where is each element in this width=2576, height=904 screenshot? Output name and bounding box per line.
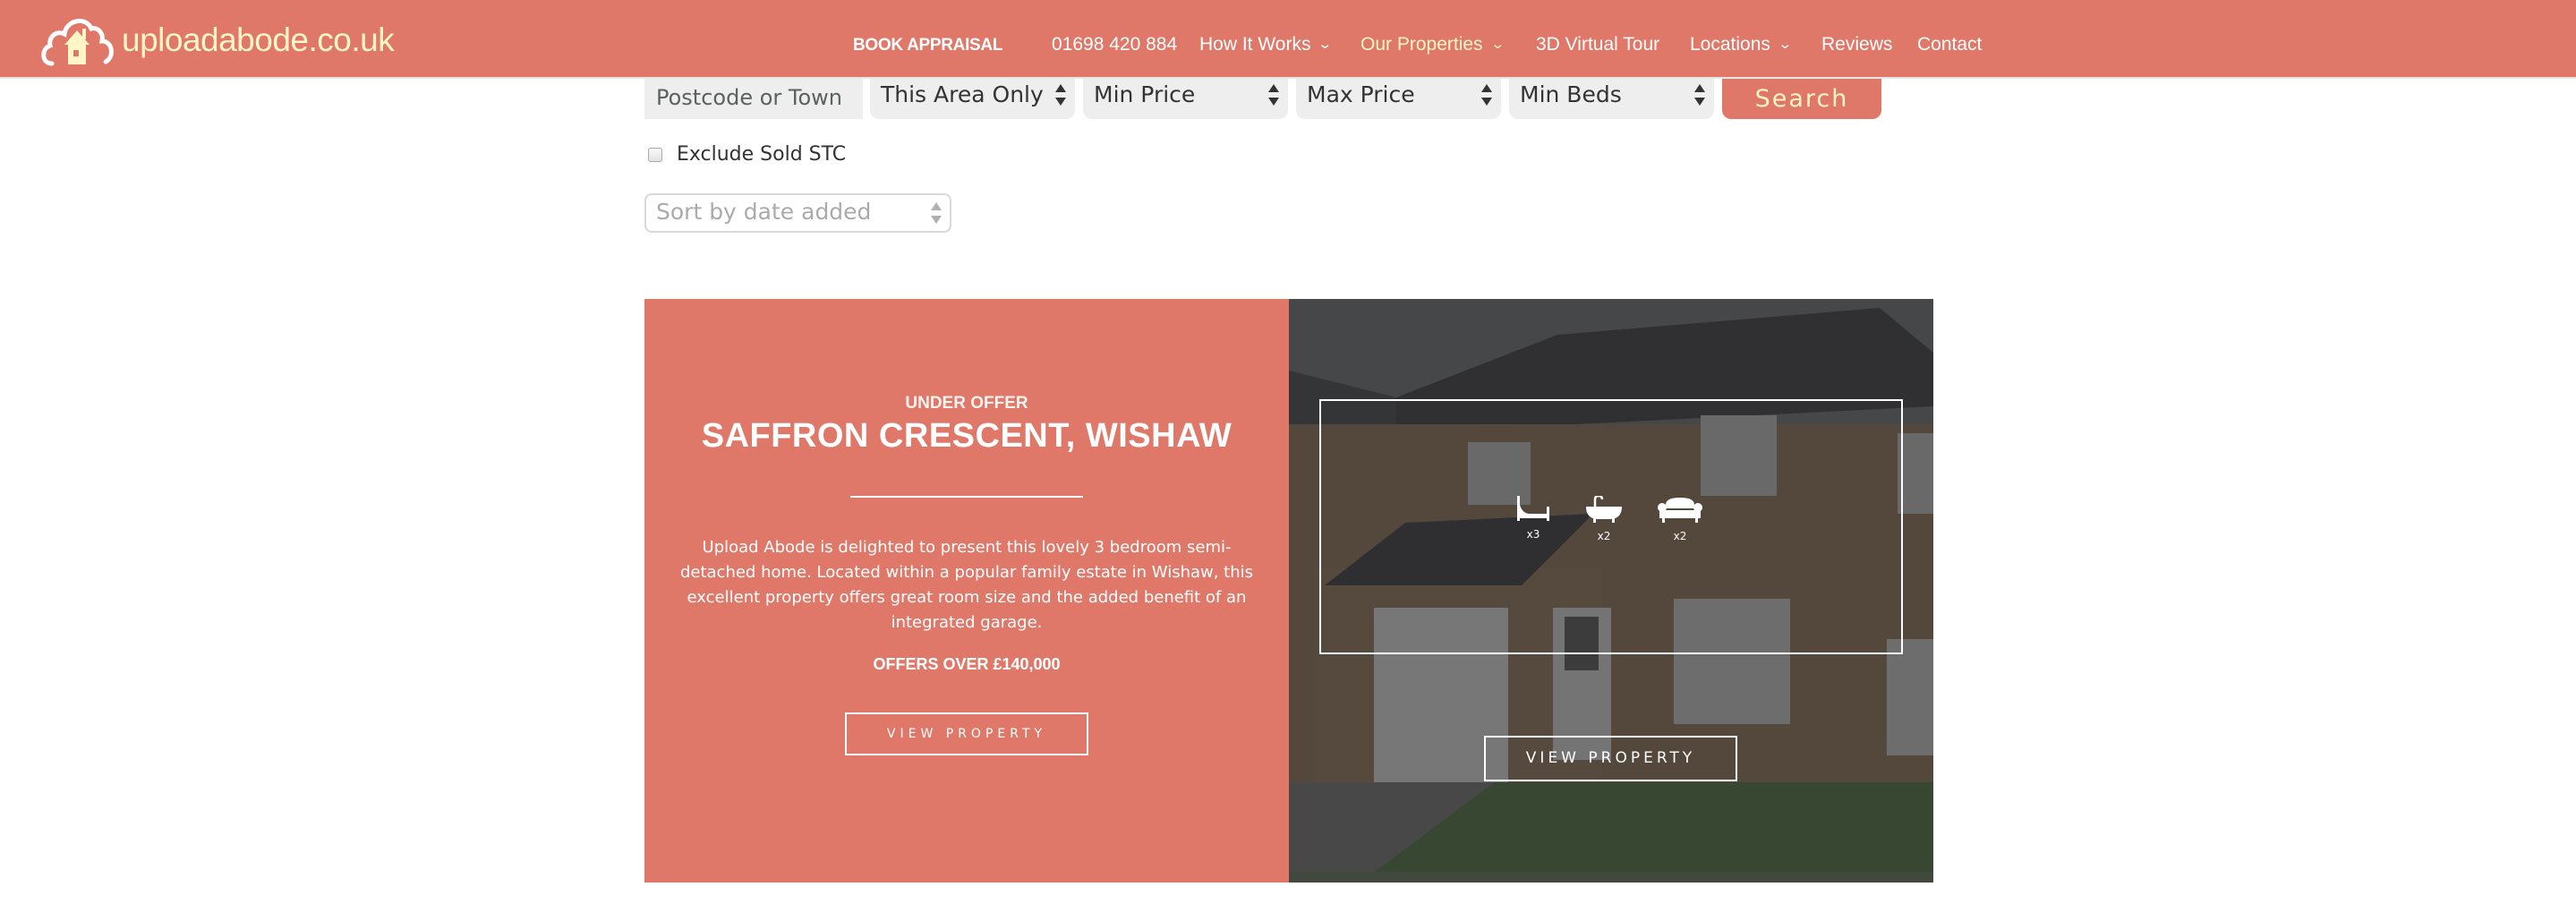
max-price-value: Max Price [1307, 81, 1415, 107]
min-price-value: Min Price [1094, 81, 1196, 107]
bathroom-count: x2 [1597, 530, 1611, 542]
nav-label: BOOK APPRAISAL [853, 36, 1003, 55]
search-button[interactable]: Search [1722, 79, 1881, 119]
divider [850, 496, 1083, 498]
property-image-panel[interactable]: x3 x2 x2 VIEW PROPERTY [1289, 299, 1933, 883]
select-arrows-icon [1481, 84, 1492, 106]
radius-select[interactable]: This Area Only [870, 79, 1075, 119]
nav-label: How It Works [1199, 34, 1311, 55]
bedroom-count: x3 [1526, 528, 1540, 541]
nav-label: Our Properties [1361, 34, 1483, 55]
select-arrows-icon [1268, 84, 1279, 106]
select-arrows-icon [931, 202, 942, 224]
min-beds-value: Min Beds [1520, 81, 1622, 107]
nav-label: Locations [1690, 34, 1770, 55]
property-title[interactable]: SAFFRON CRESCENT, WISHAW [644, 417, 1289, 456]
nav-book-appraisal[interactable]: BOOK APPRAISAL [853, 34, 1002, 57]
nav-reviews[interactable]: Reviews [1821, 33, 1892, 56]
postcode-placeholder: Postcode or Town [656, 85, 843, 110]
nav-label: Reviews [1821, 34, 1893, 55]
image-view-property-button[interactable]: VIEW PROPERTY [1484, 736, 1737, 781]
select-arrows-icon [1055, 84, 1066, 106]
chevron-down-icon: ⌄ [1318, 37, 1333, 52]
feature-bedrooms: x3 [1497, 496, 1569, 541]
reception-count: x2 [1673, 530, 1687, 542]
radius-select-value: This Area Only [881, 81, 1044, 107]
feature-bathrooms: x2 [1568, 496, 1640, 542]
property-card: UNDER OFFER SAFFRON CRESCENT, WISHAW Upl… [644, 299, 1933, 883]
exclude-sold-label[interactable]: Exclude Sold STC [677, 143, 846, 166]
nav-locations[interactable]: Locations ⌄ [1690, 33, 1793, 58]
feature-reception-rooms: x2 [1644, 496, 1716, 542]
site-header: uploadabode.co.uk BOOK APPRAISAL 01698 4… [0, 0, 2576, 79]
sofa-icon [1658, 498, 1702, 523]
nav-contact[interactable]: Contact [1917, 33, 1982, 56]
nav-label: Contact [1917, 34, 1983, 55]
nav-label: 01698 420 884 [1052, 34, 1178, 55]
min-price-select[interactable]: Min Price [1083, 79, 1288, 119]
nav-our-properties[interactable]: Our Properties ⌄ [1361, 33, 1506, 58]
sort-select-value: Sort by date added [656, 199, 872, 225]
property-description: Upload Abode is delighted to present thi… [679, 538, 1254, 632]
nav-label: 3D Virtual Tour [1536, 34, 1660, 55]
property-price: OFFERS OVER £140,000 [873, 655, 1061, 673]
chevron-down-icon: ⌄ [1778, 37, 1793, 52]
chevron-down-icon: ⌄ [1489, 37, 1506, 52]
status-badge: UNDER OFFER [905, 394, 1028, 413]
bed-icon [1517, 496, 1549, 521]
nav-3d-virtual-tour[interactable]: 3D Virtual Tour [1536, 33, 1659, 56]
nav-how-it-works[interactable]: How It Works ⌄ [1199, 33, 1333, 58]
max-price-select[interactable]: Max Price [1296, 79, 1501, 119]
exclude-sold-checkbox[interactable] [648, 147, 662, 162]
bath-icon [1586, 496, 1622, 523]
min-beds-select[interactable]: Min Beds [1509, 79, 1714, 119]
nav-phone[interactable]: 01698 420 884 [1052, 33, 1177, 56]
sort-select[interactable]: Sort by date added [644, 193, 951, 233]
main-nav: BOOK APPRAISAL 01698 420 884 How It Work… [0, 0, 2576, 79]
property-info-panel: UNDER OFFER SAFFRON CRESCENT, WISHAW Upl… [644, 299, 1289, 883]
select-arrows-icon [1694, 84, 1705, 106]
view-property-button[interactable]: VIEW PROPERTY [845, 712, 1088, 755]
postcode-input[interactable]: Postcode or Town [644, 79, 863, 119]
exclude-sold-option: Exclude Sold STC [648, 143, 846, 166]
